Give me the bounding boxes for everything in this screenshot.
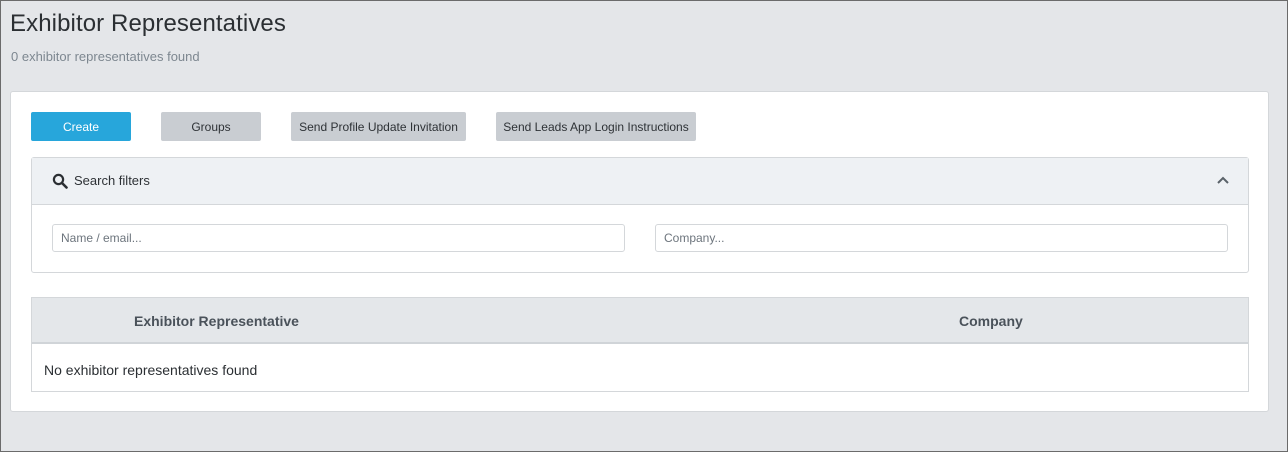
search-filters-panel: Search filters <box>31 157 1249 273</box>
representatives-table: Exhibitor Representative Company No exhi… <box>31 297 1249 392</box>
column-header-representative[interactable]: Exhibitor Representative <box>134 313 299 329</box>
page-title: Exhibitor Representatives <box>10 10 286 37</box>
company-search-input[interactable] <box>655 224 1228 252</box>
search-icon <box>52 173 68 189</box>
create-button[interactable]: Create <box>31 112 131 141</box>
search-filters-header[interactable]: Search filters <box>32 158 1248 205</box>
send-leads-app-instructions-button[interactable]: Send Leads App Login Instructions <box>496 112 696 141</box>
search-filters-title: Search filters <box>74 173 150 188</box>
table-header: Exhibitor Representative Company <box>32 298 1248 344</box>
send-profile-update-button[interactable]: Send Profile Update Invitation <box>291 112 466 141</box>
empty-table-message: No exhibitor representatives found <box>44 362 258 378</box>
result-count: 0 exhibitor representatives found <box>11 49 200 64</box>
chevron-up-icon[interactable] <box>1216 174 1230 186</box>
name-email-search-input[interactable] <box>52 224 625 252</box>
column-header-company[interactable]: Company <box>959 313 1023 329</box>
main-card: Create Groups Send Profile Update Invita… <box>10 91 1269 412</box>
groups-button[interactable]: Groups <box>161 112 261 141</box>
